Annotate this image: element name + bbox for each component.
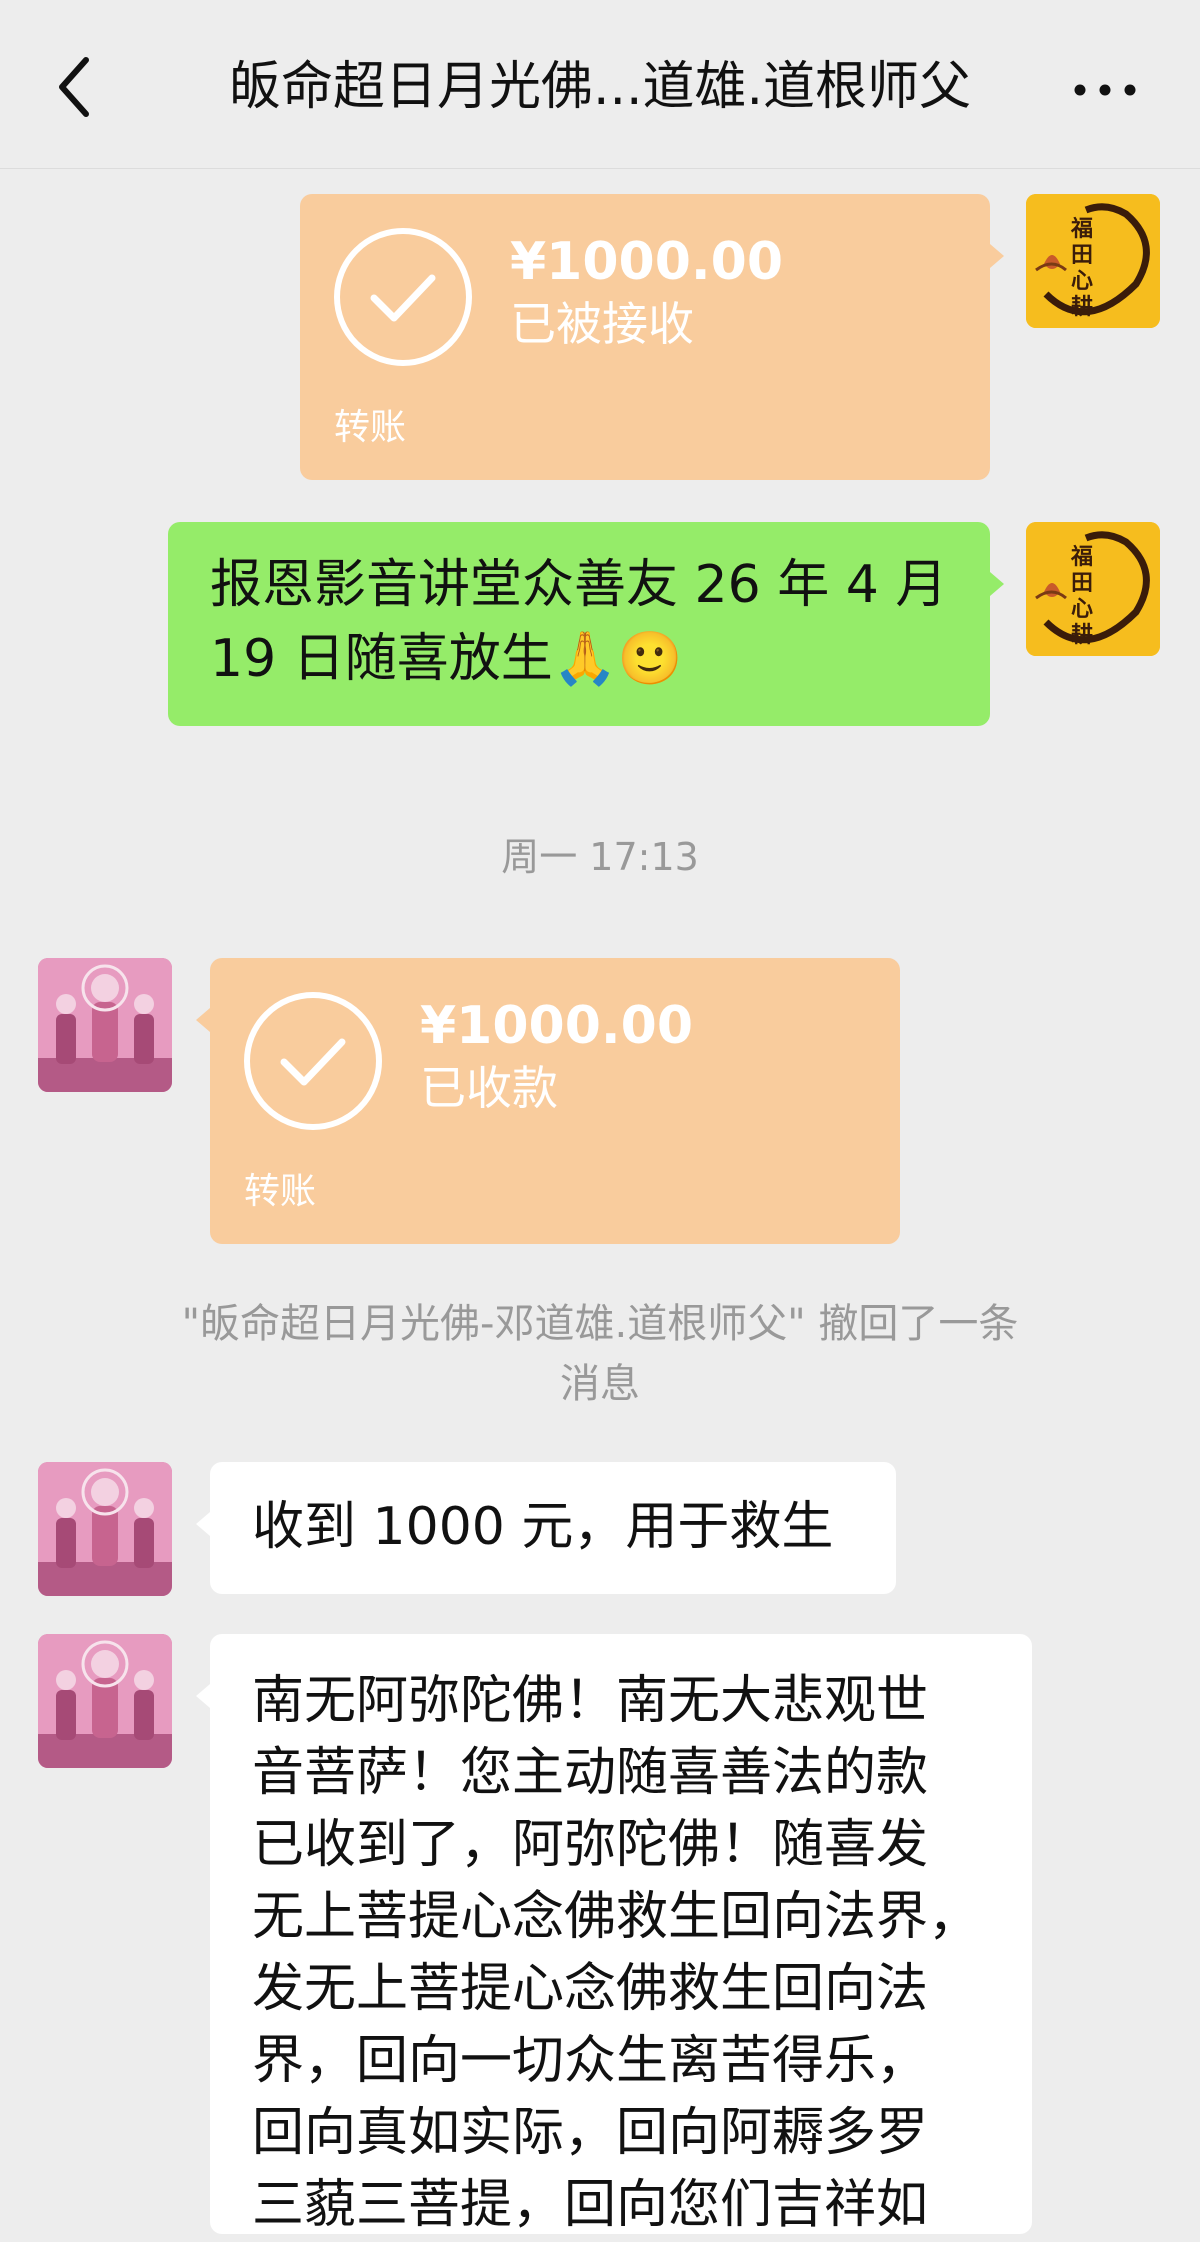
message-line: 无上菩提心念佛救生回向法界， — [252, 1887, 981, 1947]
reply-short-bubble[interactable]: 收到 1000 元，用于救生 — [210, 1462, 896, 1594]
avatar-other[interactable] — [38, 1634, 172, 1768]
transfer-received-bubble[interactable]: ¥1000.00 已收款 转账 — [210, 958, 900, 1244]
transfer-status: 已收款 — [420, 1061, 558, 1115]
svg-text:田: 田 — [1071, 570, 1093, 596]
svg-text:福: 福 — [1070, 544, 1093, 570]
message-line: 发无上菩提心念佛救生回向法 — [252, 1959, 929, 2019]
message-line: 已收到了，阿弥陀佛！随喜发 — [252, 1815, 929, 1875]
message-line: 音菩萨！您主动随喜善法的款 — [252, 1743, 929, 1803]
more-dots-icon — [1074, 84, 1136, 96]
message-line: 三藐三菩提，回向您们吉祥如 — [252, 2175, 929, 2235]
more-button[interactable] — [1070, 70, 1140, 110]
transfer-amount: ¥1000.00 — [510, 232, 784, 292]
recall-notice: "皈命超日月光佛-邓道雄.道根师父" 撤回了一条 消息 — [100, 1294, 1100, 1414]
logo-char-1: 福 — [1070, 216, 1093, 242]
transfer-sent-bubble[interactable]: ¥1000.00 已被接收 转账 — [300, 194, 990, 480]
buddha-image-icon — [38, 958, 172, 1092]
transfer-amount: ¥1000.00 — [420, 996, 694, 1056]
recall-notice-line: "皈命超日月光佛-邓道雄.道根师父" 撤回了一条 — [181, 1301, 1019, 1347]
lotus-logo-icon: 福 田 心 耕 — [1026, 522, 1160, 656]
buddha-image-icon — [38, 1634, 172, 1768]
avatar-other[interactable] — [38, 1462, 172, 1596]
logo-char-4: 耕 — [1071, 294, 1093, 320]
transfer-kind-label: 转账 — [334, 407, 407, 448]
avatar-other[interactable] — [38, 958, 172, 1092]
svg-text:心: 心 — [1071, 596, 1093, 622]
bubble-tail — [196, 1512, 210, 1536]
chat-header: 皈命超日月光佛...道雄.道根师父 — [0, 0, 1200, 169]
message-line: 19 日随喜放生🙏🙂 — [210, 629, 683, 689]
timestamp: 周一 17:13 — [501, 835, 699, 879]
text-sent-bubble[interactable]: 报恩影音讲堂众善友 26 年 4 月 19 日随喜放生🙏🙂 — [168, 522, 990, 726]
bubble-tail — [196, 1684, 210, 1708]
recall-notice-line: 消息 — [560, 1361, 640, 1407]
message-line: 回向真如实际，回向阿耨多罗 — [252, 2103, 929, 2163]
back-button[interactable] — [48, 52, 108, 122]
chevron-left-icon — [59, 57, 89, 117]
reply-long-bubble[interactable]: 南无阿弥陀佛！南无大悲观世 音菩萨！您主动随喜善法的款 已收到了，阿弥陀佛！随喜… — [210, 1634, 1032, 2235]
bubble-tail — [196, 1008, 210, 1032]
svg-text:耕: 耕 — [1071, 622, 1093, 648]
message-line: 南无阿弥陀佛！南无大悲观世 — [252, 1671, 929, 1731]
chat-title: 皈命超日月光佛...道雄.道根师父 — [228, 57, 972, 117]
avatar-me[interactable]: 福 田 心 耕 — [1026, 194, 1160, 328]
logo-char-2: 田 — [1071, 242, 1093, 268]
message-line: 界，回向一切众生离苦得乐， — [252, 2031, 929, 2091]
transfer-kind-label: 转账 — [244, 1171, 317, 1212]
transfer-check-icon — [244, 992, 382, 1130]
bubble-tail — [990, 244, 1004, 268]
avatar-me[interactable]: 福 田 心 耕 — [1026, 522, 1160, 656]
message-line: 收到 1000 元，用于救生 — [252, 1497, 834, 1557]
transfer-status: 已被接收 — [510, 297, 694, 351]
bubble-tail — [990, 572, 1004, 596]
buddha-image-icon — [38, 1462, 172, 1596]
logo-char-3: 心 — [1071, 268, 1093, 294]
lotus-logo-icon: 福 田 心 耕 — [1026, 194, 1160, 328]
message-line: 报恩影音讲堂众善友 26 年 4 月 — [210, 555, 948, 615]
transfer-check-icon — [334, 228, 472, 366]
